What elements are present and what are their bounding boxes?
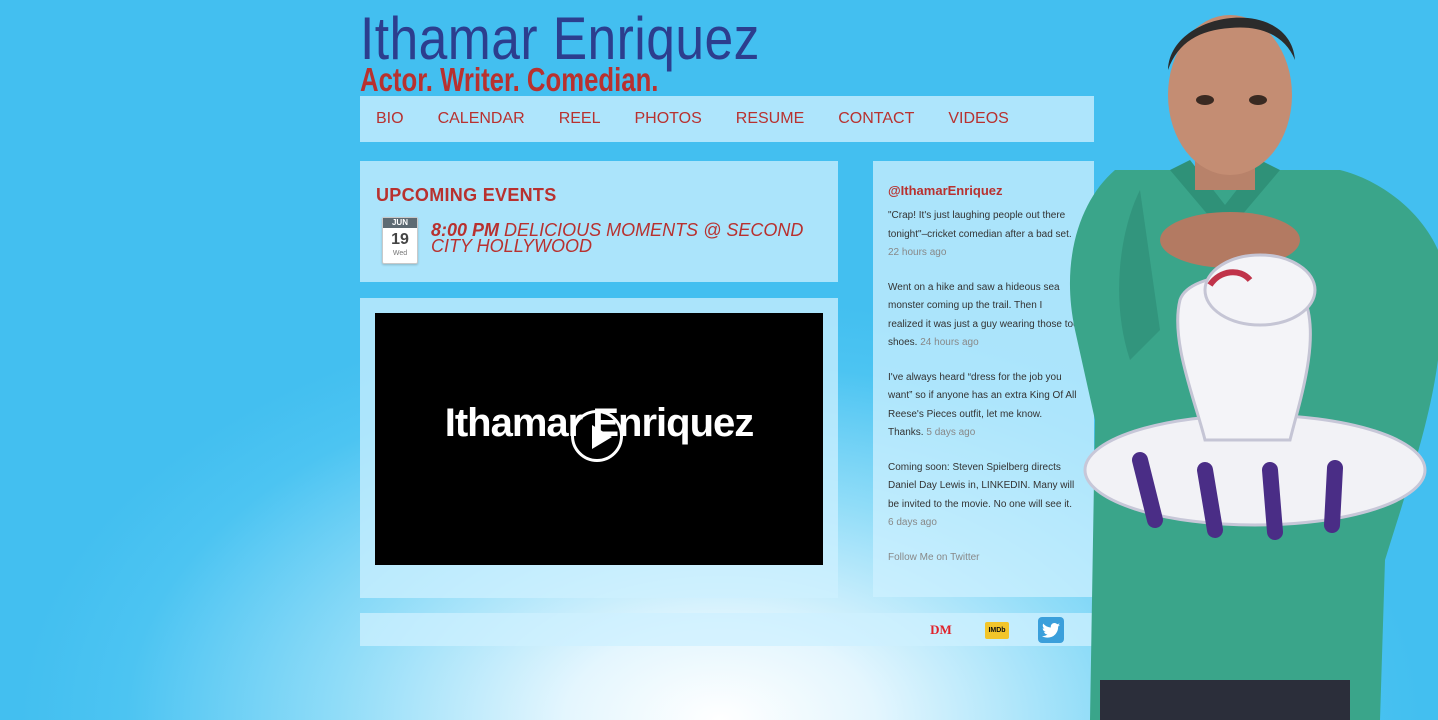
twitter-handle[interactable]: @IthamarEnriquez [888, 183, 1003, 198]
tweet-time[interactable]: 6 days ago [888, 517, 937, 528]
event-link[interactable]: 8:00 PM DELICIOUS MOMENTS @ SECOND CITY … [431, 221, 826, 255]
upcoming-events-panel: UPCOMING EVENTS JUN 19 Wed 8:00 PM DELIC… [360, 161, 838, 282]
imdb-label: IMDb [985, 621, 1009, 639]
events-heading: UPCOMING EVENTS [376, 185, 557, 205]
nav-resume[interactable]: RESUME [736, 96, 804, 142]
nav-bio[interactable]: BIO [376, 96, 404, 142]
event-weekday: Wed [392, 250, 408, 257]
follow-twitter-link[interactable]: Follow Me on Twitter [888, 552, 980, 563]
tweet-time[interactable]: 22 hours ago [888, 247, 946, 258]
tweet-time[interactable]: 5 days ago [926, 427, 975, 438]
dm-icon[interactable]: DM [928, 617, 954, 643]
nav-videos[interactable]: VIDEOS [948, 96, 1008, 142]
nav-contact[interactable]: CONTACT [838, 96, 914, 142]
nav-photos[interactable]: PHOTOS [635, 96, 702, 142]
nav-calendar[interactable]: CALENDAR [438, 96, 525, 142]
imdb-icon[interactable]: IMDb [984, 617, 1010, 643]
footer-bar: DM IMDb [360, 613, 1094, 646]
tweet-time[interactable]: 24 hours ago [920, 337, 978, 348]
event-day: 19 [391, 231, 409, 248]
nav-reel[interactable]: REEL [559, 96, 601, 142]
event-month: JUN [383, 218, 417, 228]
actor-portrait-image [1069, 15, 1438, 720]
main-nav: BIO CALENDAR REEL PHOTOS RESUME CONTACT … [360, 96, 1094, 142]
calendar-date-icon: JUN 19 Wed [382, 217, 418, 264]
play-icon[interactable] [571, 410, 623, 462]
video-panel: Ithamar Enriquez [360, 298, 838, 598]
video-player[interactable]: Ithamar Enriquez [375, 313, 823, 565]
site-tagline: Actor. Writer. Comedian. [360, 61, 659, 98]
